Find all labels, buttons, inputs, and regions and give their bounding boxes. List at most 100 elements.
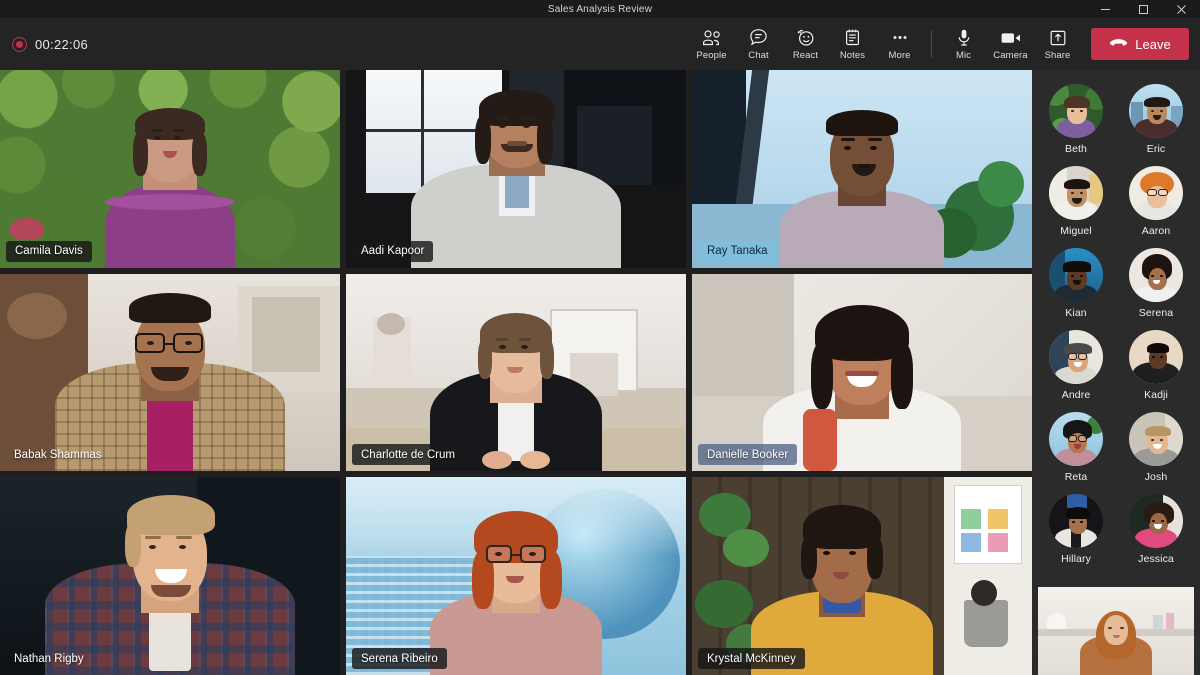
roster-person[interactable]: Miguel bbox=[1038, 166, 1114, 237]
video-tile[interactable]: Danielle Booker bbox=[692, 273, 1032, 472]
roster-person[interactable]: Andre bbox=[1038, 330, 1114, 401]
avatar bbox=[1049, 330, 1103, 384]
video-grid: Camila Davis Aadi Kapoor Ray Tanaka Baba… bbox=[0, 70, 1032, 675]
close-icon[interactable] bbox=[1162, 0, 1200, 18]
roster-person[interactable]: Kian bbox=[1038, 248, 1114, 319]
participant-name: Ray Tanaka bbox=[698, 240, 777, 262]
video-tile[interactable]: Nathan Rigby bbox=[0, 477, 340, 675]
roster-person[interactable]: Serena bbox=[1118, 248, 1194, 319]
video-tile[interactable]: Babak Shammas bbox=[0, 273, 340, 472]
hangup-icon bbox=[1109, 37, 1128, 52]
avatar bbox=[1049, 494, 1103, 548]
roster-person[interactable]: Josh bbox=[1118, 412, 1194, 483]
avatar bbox=[1129, 84, 1183, 138]
participant-name: Aadi Kapoor bbox=[352, 240, 434, 262]
participant-video bbox=[346, 477, 686, 675]
more-icon bbox=[890, 27, 910, 48]
chat-button[interactable]: Chat bbox=[735, 19, 782, 69]
react-label: React bbox=[792, 50, 819, 61]
toolbar-actions: People Chat React Notes More Mic Camera … bbox=[688, 18, 1200, 70]
roster-person[interactable]: Eric bbox=[1118, 84, 1194, 155]
roster-person-name: Reta bbox=[1064, 471, 1088, 483]
roster-person-name: Jessica bbox=[1138, 553, 1174, 565]
participant-video bbox=[692, 273, 1032, 472]
minimize-icon[interactable] bbox=[1086, 0, 1124, 18]
roster-person-name: Serena bbox=[1138, 307, 1174, 319]
people-button[interactable]: People bbox=[688, 19, 735, 69]
video-tile[interactable]: Serena Ribeiro bbox=[346, 477, 686, 675]
video-tile[interactable]: Camila Davis bbox=[0, 70, 340, 268]
avatar bbox=[1049, 84, 1103, 138]
participant-video bbox=[0, 70, 340, 268]
recording-indicator: 00:22:06 bbox=[12, 36, 89, 52]
chat-icon bbox=[749, 27, 768, 48]
camera-label: Camera bbox=[993, 50, 1028, 61]
roster-person-name: Kian bbox=[1065, 307, 1087, 319]
roster-person-name: Beth bbox=[1065, 143, 1087, 155]
chat-label: Chat bbox=[748, 50, 769, 61]
roster-person-name: Aaron bbox=[1141, 225, 1171, 237]
roster-person[interactable]: Reta bbox=[1038, 412, 1114, 483]
leave-button[interactable]: Leave bbox=[1091, 28, 1189, 60]
avatar bbox=[1049, 166, 1103, 220]
avatar bbox=[1049, 248, 1103, 302]
participant-name: Krystal McKinney bbox=[698, 648, 805, 669]
roster-grid: Beth Eric Miguel Aaron Kian Serena Andre… bbox=[1032, 84, 1200, 565]
notes-icon bbox=[844, 27, 861, 48]
share-icon bbox=[1049, 27, 1067, 48]
window-controls bbox=[1086, 0, 1200, 18]
roster-person-name: Kadji bbox=[1144, 389, 1168, 401]
roster-person-name: Eric bbox=[1146, 143, 1166, 155]
roster-person-name: Josh bbox=[1144, 471, 1168, 483]
more-button[interactable]: More bbox=[876, 19, 923, 69]
avatar bbox=[1129, 166, 1183, 220]
title-bar: Sales Analysis Review bbox=[0, 0, 1200, 18]
roster-person[interactable]: Beth bbox=[1038, 84, 1114, 155]
avatar bbox=[1129, 248, 1183, 302]
leave-label: Leave bbox=[1135, 36, 1171, 52]
participant-video bbox=[346, 273, 686, 472]
recording-timer: 00:22:06 bbox=[35, 36, 89, 52]
camera-button[interactable]: Camera bbox=[987, 19, 1034, 69]
share-button[interactable]: Share bbox=[1034, 19, 1081, 69]
maximize-icon[interactable] bbox=[1124, 0, 1162, 18]
microphone-icon bbox=[956, 27, 972, 48]
participant-name: Charlotte de Crum bbox=[352, 444, 464, 466]
participant-name: Nathan Rigby bbox=[14, 652, 84, 665]
share-label: Share bbox=[1044, 50, 1071, 61]
meeting-toolbar: 00:22:06 People Chat React Notes More Mi… bbox=[0, 18, 1200, 70]
notes-button[interactable]: Notes bbox=[829, 19, 876, 69]
video-tile[interactable]: Ray Tanaka bbox=[692, 70, 1032, 268]
window-title: Sales Analysis Review bbox=[547, 3, 653, 15]
notes-label: Notes bbox=[839, 50, 866, 61]
toolbar-divider bbox=[931, 30, 932, 58]
self-view-tile[interactable] bbox=[1038, 587, 1194, 675]
participant-name: Serena Ribeiro bbox=[352, 648, 447, 669]
avatar bbox=[1129, 412, 1183, 466]
video-tile[interactable]: Charlotte de Crum bbox=[346, 273, 686, 472]
roster-person[interactable]: Kadji bbox=[1118, 330, 1194, 401]
avatar bbox=[1129, 330, 1183, 384]
roster-person[interactable]: Aaron bbox=[1118, 166, 1194, 237]
avatar bbox=[1049, 412, 1103, 466]
participant-roster: Beth Eric Miguel Aaron Kian Serena Andre… bbox=[1032, 70, 1200, 675]
roster-person-name: Miguel bbox=[1060, 225, 1092, 237]
roster-person-name: Andre bbox=[1061, 389, 1091, 401]
video-tile[interactable]: Krystal McKinney bbox=[692, 477, 1032, 675]
mic-button[interactable]: Mic bbox=[940, 19, 987, 69]
camera-icon bbox=[1000, 27, 1022, 48]
participant-name: Danielle Booker bbox=[698, 444, 798, 466]
participant-name: Camila Davis bbox=[6, 240, 92, 262]
roster-person[interactable]: Hillary bbox=[1038, 494, 1114, 565]
participant-name: Babak Shammas bbox=[14, 448, 102, 461]
react-button[interactable]: React bbox=[782, 19, 829, 69]
avatar bbox=[1129, 494, 1183, 548]
react-icon bbox=[795, 27, 816, 48]
more-label: More bbox=[888, 50, 911, 61]
participant-video bbox=[692, 70, 1032, 268]
video-tile[interactable]: Aadi Kapoor bbox=[346, 70, 686, 268]
participant-video bbox=[0, 477, 340, 675]
people-icon bbox=[702, 27, 722, 48]
roster-person[interactable]: Jessica bbox=[1118, 494, 1194, 565]
people-label: People bbox=[696, 50, 727, 61]
